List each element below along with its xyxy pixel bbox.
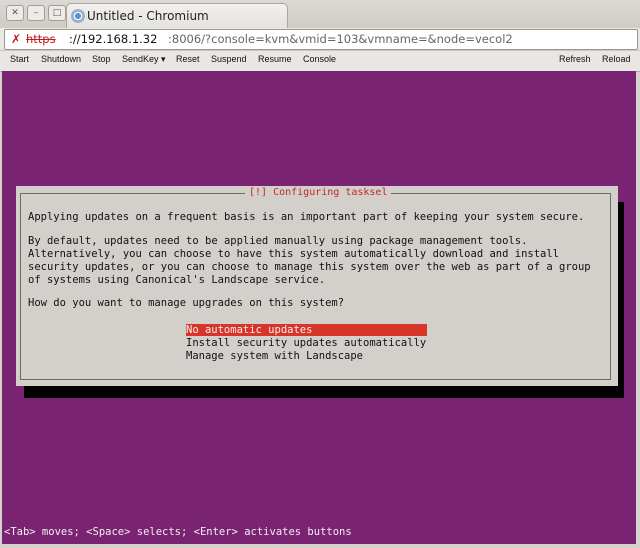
- reset-button[interactable]: Reset: [176, 54, 200, 64]
- navigation-row: ✗ https ://192.168.1.32 :8006/?console=k…: [0, 28, 640, 50]
- option-manage-with-landscape[interactable]: Manage system with Landscape: [186, 350, 427, 362]
- paragraph-line: security updates, or you can choose to m…: [28, 261, 591, 273]
- console-status-line: <Tab> moves; <Space> selects; <Enter> ac…: [4, 526, 352, 538]
- tab-title: Untitled - Chromium: [87, 9, 209, 23]
- option-no-automatic-updates[interactable]: No automatic updates: [186, 324, 427, 336]
- sendkey-button[interactable]: SendKey ▾: [122, 54, 166, 65]
- option-install-security-updates[interactable]: Install security updates automatically: [186, 337, 427, 349]
- paragraph-line: Alternatively, you can choose to have th…: [28, 248, 560, 260]
- suspend-button[interactable]: Suspend: [211, 54, 247, 64]
- refresh-button[interactable]: Refresh: [559, 54, 591, 64]
- dialog-question: How do you want to manage upgrades on th…: [28, 297, 345, 309]
- dialog-title: [!] Configuring tasksel: [245, 187, 392, 198]
- shutdown-button[interactable]: Shutdown: [41, 54, 81, 64]
- paragraph-line: By default, updates need to be applied m…: [28, 235, 528, 247]
- browser-tab[interactable]: Untitled - Chromium: [66, 3, 288, 29]
- paragraph-line: of systems using Canonical's Landscape s…: [28, 274, 326, 286]
- url-path: :8006/?console=kvm&vmid=103&vmname=&node…: [168, 32, 513, 46]
- close-window-button[interactable]: ✕: [6, 5, 24, 21]
- chevron-down-icon: ▾: [161, 54, 166, 64]
- maximize-window-button[interactable]: □: [48, 5, 66, 21]
- vm-toolbar: Start Shutdown Stop SendKey ▾ Reset Susp…: [0, 50, 640, 72]
- chromium-icon: [71, 9, 85, 23]
- window-titlebar: ✕ – □ Untitled - Chromium: [0, 0, 640, 29]
- url-scheme: https: [26, 32, 56, 46]
- start-button[interactable]: Start: [10, 54, 29, 64]
- dialog-paragraph-2: By default, updates need to be applied m…: [28, 235, 591, 287]
- tasksel-dialog: [!] Configuring tasksel Applying updates…: [16, 186, 618, 386]
- window-controls: ✕ – □: [6, 5, 66, 21]
- dialog-paragraph-1: Applying updates on a frequent basis is …: [28, 211, 585, 223]
- address-bar[interactable]: ✗ https ://192.168.1.32 :8006/?console=k…: [4, 29, 638, 50]
- resume-button[interactable]: Resume: [258, 54, 292, 64]
- url-host: ://192.168.1.32: [69, 32, 158, 46]
- insecure-x-icon[interactable]: ✗: [11, 30, 21, 49]
- stop-button[interactable]: Stop: [92, 54, 111, 64]
- minimize-window-button[interactable]: –: [27, 5, 45, 21]
- console-button[interactable]: Console: [303, 54, 336, 64]
- reload-button[interactable]: Reload: [602, 54, 631, 64]
- sendkey-label: SendKey: [122, 54, 159, 64]
